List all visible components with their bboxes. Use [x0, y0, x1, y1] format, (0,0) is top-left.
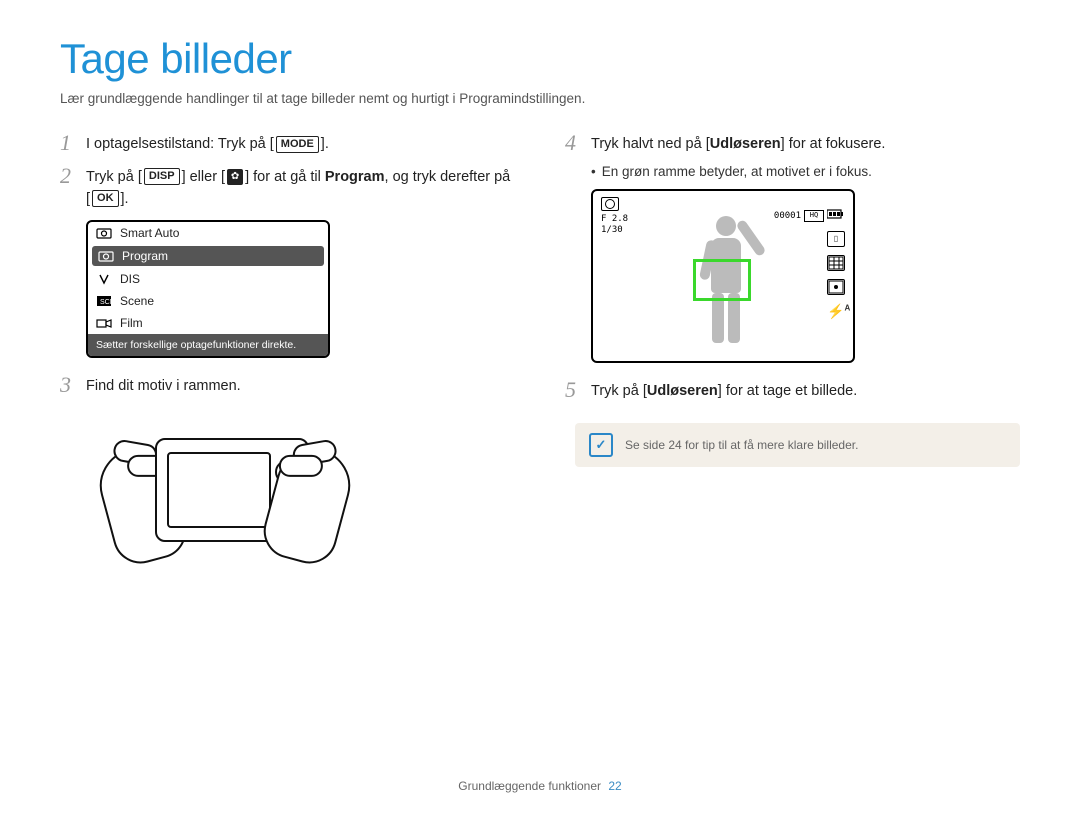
program-bold: Program — [325, 169, 385, 185]
mode-menu-caption: Sætter forskellige optagefunktioner dire… — [88, 334, 328, 356]
mode-item-smartauto: Smart Auto — [88, 222, 328, 244]
right-column: 4 Tryk halvt ned på [Udløseren] for at f… — [565, 131, 1020, 588]
size-icon: ▯ — [827, 231, 845, 247]
text: Tryk halvt ned på [ — [591, 136, 710, 152]
hands-camera-illustration — [110, 408, 340, 588]
text: ]. — [321, 136, 329, 152]
ok-button-label: OK — [92, 190, 119, 207]
aperture-value: F 2.8 — [601, 214, 628, 224]
text: Tryk på [ — [591, 383, 647, 399]
step-body: Tryk på [Udløseren] for at tage et bille… — [591, 378, 857, 403]
disp-button-label: DISP — [144, 168, 180, 185]
step-number: 2 — [60, 164, 76, 211]
grid-icon — [827, 255, 845, 271]
step-body: Tryk på [DISP] eller [✿] for at gå til P… — [86, 164, 515, 211]
mode-item-label: Smart Auto — [120, 226, 179, 240]
step-number: 3 — [60, 373, 76, 398]
focus-rectangle — [693, 259, 751, 301]
camera-icon — [601, 197, 619, 211]
text: ]. — [121, 191, 129, 207]
smartauto-icon — [96, 227, 112, 239]
bullet-text: En grøn ramme betyder, at motivet er i f… — [591, 164, 872, 179]
shutter-bold: Udløseren — [647, 383, 718, 399]
mode-item-scene: SCN Scene — [88, 290, 328, 312]
note-text: Se side 24 for tip til at få mere klare … — [625, 438, 858, 452]
text: I optagelsestilstand: Tryk på [ — [86, 136, 274, 152]
metering-icon — [827, 279, 845, 295]
program-icon — [98, 250, 114, 262]
step-5: 5 Tryk på [Udløseren] for at tage et bil… — [565, 378, 1020, 403]
tip-note: ✓ Se side 24 for tip til at få mere klar… — [575, 423, 1020, 467]
left-column: 1 I optagelsestilstand: Tryk på [MODE]. … — [60, 131, 515, 588]
step-body: Tryk halvt ned på [Udløseren] for at fok… — [591, 131, 885, 156]
step-4: 4 Tryk halvt ned på [Udløseren] for at f… — [565, 131, 1020, 156]
page-title: Tage billeder — [60, 35, 1020, 83]
text: ] for at fokusere. — [781, 136, 886, 152]
text: ] eller [ — [182, 169, 226, 185]
step-number: 1 — [60, 131, 76, 156]
footer-section: Grundlæggende funktioner — [458, 779, 601, 793]
mode-item-label: Program — [122, 249, 168, 263]
mode-item-film: Film — [88, 312, 328, 334]
note-icon: ✓ — [589, 433, 613, 457]
mode-menu-graphic: Smart Auto Program DIS SCN — [86, 220, 330, 358]
flash-icon: ⚡A — [827, 303, 843, 320]
shutter-value: 1/30 — [601, 225, 628, 235]
mode-item-dis: DIS — [88, 268, 328, 290]
scene-icon: SCN — [96, 295, 112, 307]
text: Tryk på [ — [86, 169, 142, 185]
flower-icon: ✿ — [227, 169, 243, 185]
step-number: 5 — [565, 378, 581, 403]
step-3: 3 Find dit motiv i rammen. — [60, 373, 515, 398]
mode-item-program: Program — [92, 246, 324, 266]
dis-icon — [96, 273, 112, 285]
battery-icon — [827, 209, 845, 222]
footer-pagenum: 22 — [608, 779, 621, 793]
step-1: 1 I optagelsestilstand: Tryk på [MODE]. — [60, 131, 515, 156]
step-body: Find dit motiv i rammen. — [86, 373, 241, 398]
svg-text:SCN: SCN — [100, 299, 112, 306]
text: ] for at gå til — [245, 169, 325, 185]
step-body: I optagelsestilstand: Tryk på [MODE]. — [86, 131, 329, 156]
text: ] for at tage et billede. — [718, 383, 857, 399]
mode-item-label: Film — [120, 316, 143, 330]
shutter-bold: Udløseren — [710, 136, 781, 152]
quality-badge: HQ — [804, 210, 824, 222]
page-footer: Grundlæggende funktioner 22 — [0, 779, 1080, 793]
mode-button-label: MODE — [276, 136, 319, 153]
frame-counter: 00001 — [774, 211, 801, 221]
step-number: 4 — [565, 131, 581, 156]
page-subtitle: Lær grundlæggende handlinger til at tage… — [60, 91, 1020, 106]
mode-item-label: DIS — [120, 272, 140, 286]
film-icon — [96, 317, 112, 329]
step-4-bullet: En grøn ramme betyder, at motivet er i f… — [591, 164, 1020, 179]
mode-item-label: Scene — [120, 294, 154, 308]
step-2: 2 Tryk på [DISP] eller [✿] for at gå til… — [60, 164, 515, 211]
viewfinder-graphic: F 2.8 1/30 00001 HQ ▯ — [591, 189, 855, 363]
